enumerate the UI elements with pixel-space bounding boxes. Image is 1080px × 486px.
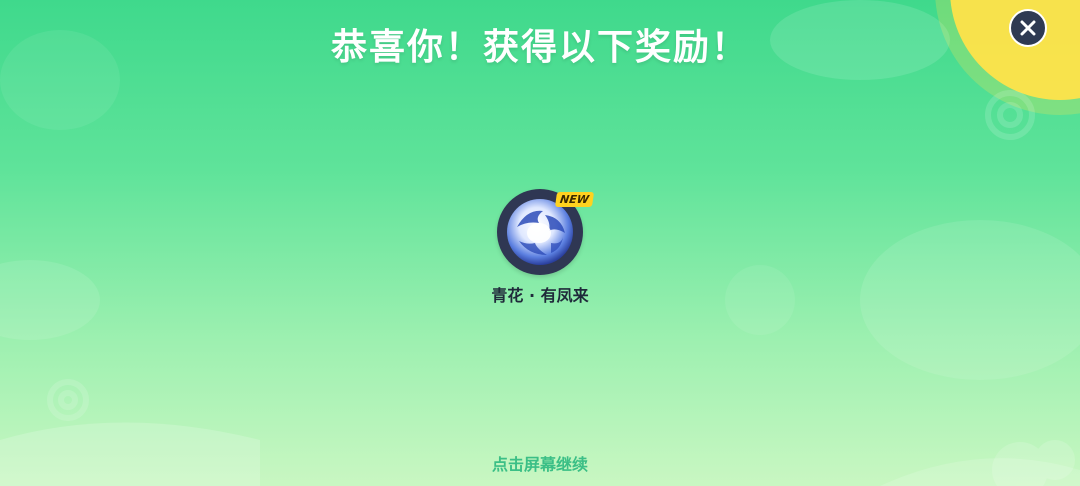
tap-to-continue-hint[interactable]: 点击屏幕继续 [0, 451, 1080, 475]
blue-white-porcelain-orb-icon [507, 199, 573, 265]
new-badge: NEW [554, 192, 594, 207]
close-icon [1020, 20, 1036, 36]
reward-title: 恭喜你！获得以下奖励！ [330, 27, 749, 68]
reward-name: 青花 · 有凤来 [491, 286, 589, 305]
close-button[interactable] [1009, 9, 1047, 47]
reward-item[interactable]: NEW 青花 · 有凤来 [480, 186, 600, 326]
